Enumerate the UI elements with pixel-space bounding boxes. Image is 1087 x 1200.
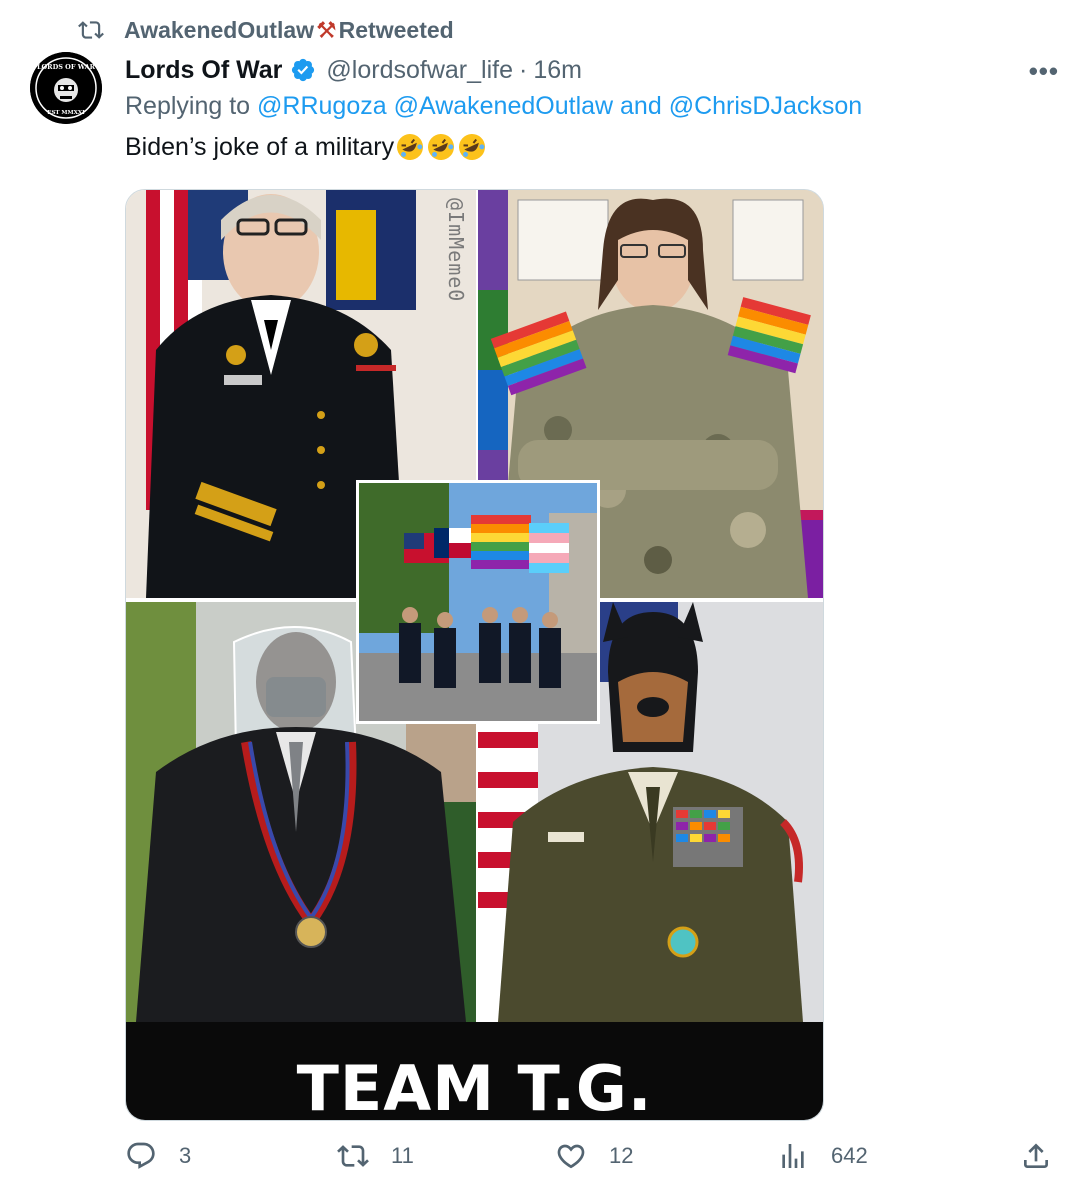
mention-link[interactable]: @ChrisDJackson	[669, 92, 862, 120]
color-guard-illustration	[359, 483, 597, 721]
image-caption: TEAM T.G.	[296, 1052, 653, 1121]
reply-button[interactable]: 3	[125, 1140, 191, 1172]
reply-count: 3	[179, 1143, 192, 1168]
rofl-emoji-icon	[397, 134, 424, 160]
author-handle[interactable]: @lordsofwar_life	[326, 56, 513, 85]
watermark-text: @ImMeme0	[444, 198, 468, 303]
replying-to-label: Replying to	[125, 92, 251, 120]
verified-badge-icon[interactable]	[290, 57, 316, 83]
share-icon	[1024, 1143, 1048, 1168]
retweet-icon	[337, 1145, 369, 1167]
avatar[interactable]: LORDS OF WAR EST MMXXI	[30, 52, 102, 124]
avatar-top-text: LORDS OF WAR	[37, 63, 96, 71]
collage-panel-color-guard	[356, 480, 600, 724]
retweet-button[interactable]: 11	[337, 1140, 414, 1172]
share-button[interactable]	[1020, 1140, 1074, 1172]
view-count: 642	[831, 1143, 868, 1168]
tweet-media-image[interactable]: @ImMeme0 TEAM T.G.	[125, 189, 824, 1121]
reply-icon	[127, 1142, 155, 1169]
lords-of-war-logo-icon: LORDS OF WAR EST MMXXI	[30, 52, 102, 124]
like-count: 12	[609, 1143, 634, 1168]
more-options-icon[interactable]: •••	[1029, 56, 1059, 87]
heart-icon	[557, 1144, 585, 1169]
like-button[interactable]: 12	[555, 1140, 633, 1172]
retweet-count: 11	[391, 1143, 414, 1168]
mention-link[interactable]: @RRugoza	[257, 92, 387, 120]
retweet-icon	[78, 21, 104, 39]
retweeter-name[interactable]: AwakenedOutlaw	[124, 17, 314, 44]
avatar-bottom-text: EST MMXXI	[47, 110, 85, 116]
timestamp[interactable]: 16m	[533, 56, 582, 85]
rofl-emoji-icon	[428, 134, 455, 160]
mention-and-text[interactable]: and	[620, 92, 662, 120]
tweet-action-bar: 3 11 12 642	[125, 1140, 1055, 1184]
mention-link[interactable]: @AwakenedOutlaw	[394, 92, 613, 120]
retweeted-label: Retweeted	[338, 16, 454, 43]
hammer-pick-icon: ⚒	[316, 16, 337, 43]
caption-bar: TEAM T.G.	[126, 1022, 823, 1120]
tweet-text: Biden’s joke of a military	[125, 132, 395, 161]
tweet-body: Biden’s joke of a military	[125, 132, 487, 162]
replying-to-line: Replying to @RRugoza @AwakenedOutlaw and…	[125, 92, 862, 121]
rofl-emoji-icon	[459, 134, 486, 160]
tweet-header: Lords Of War @lordsofwar_life · 16m	[125, 52, 582, 88]
analytics-icon	[782, 1144, 804, 1168]
separator-dot: ·	[518, 55, 528, 84]
views-button[interactable]: 642	[777, 1140, 868, 1172]
author-name[interactable]: Lords Of War	[125, 56, 282, 85]
retweet-header: AwakenedOutlaw ⚒ Retweeted	[78, 14, 454, 46]
